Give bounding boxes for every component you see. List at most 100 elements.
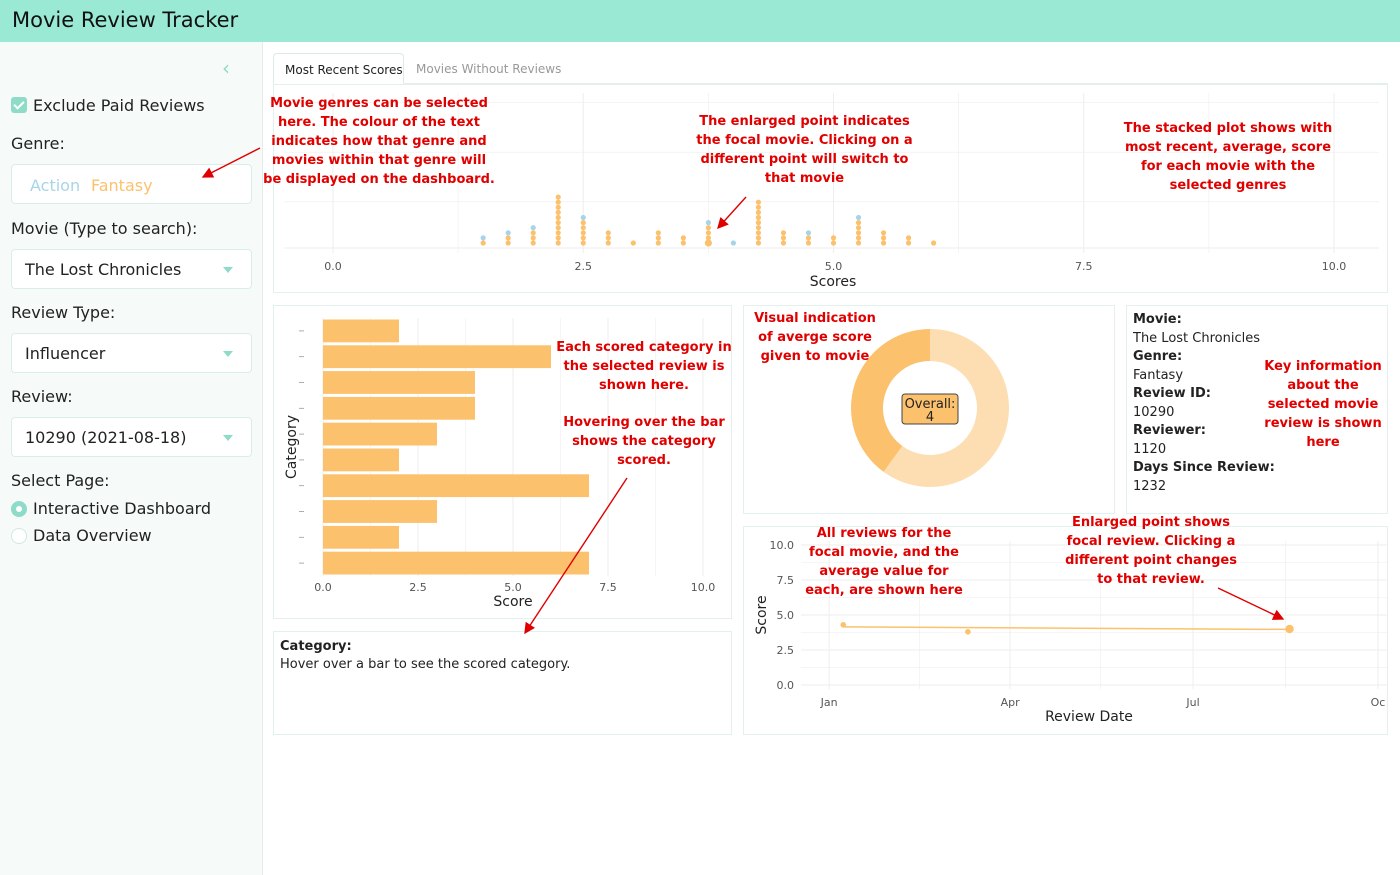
fantasy-score-point[interactable] [555, 235, 561, 241]
fantasy-score-point[interactable] [505, 240, 511, 246]
fantasy-score-point[interactable] [880, 235, 887, 241]
fantasy-score-point[interactable] [555, 225, 561, 231]
fantasy-score-point[interactable] [855, 240, 862, 246]
fantasy-score-point[interactable] [931, 240, 937, 246]
category-bar[interactable] [323, 345, 551, 369]
fantasy-score-point[interactable] [905, 240, 912, 246]
review-point[interactable] [840, 622, 847, 628]
fantasy-score-point[interactable] [580, 235, 586, 241]
fantasy-score-point[interactable] [580, 240, 586, 246]
radio-selected-icon[interactable] [11, 501, 27, 517]
category-bar[interactable] [323, 474, 589, 498]
review-select[interactable]: 10290 (2021-08-18) [11, 417, 252, 457]
action-score-point[interactable] [530, 225, 536, 231]
fantasy-score-point[interactable] [605, 230, 611, 236]
page-option-data-overview[interactable]: Data Overview [11, 526, 251, 546]
fantasy-score-point[interactable] [655, 230, 661, 236]
category-bar[interactable] [323, 371, 475, 394]
fantasy-score-point[interactable] [680, 235, 686, 241]
genre-tag-action[interactable]: Action [30, 176, 80, 195]
action-score-point[interactable] [855, 214, 862, 221]
action-score-point[interactable] [480, 235, 486, 241]
fantasy-score-point[interactable] [755, 235, 762, 241]
review-point[interactable] [965, 629, 971, 635]
fantasy-score-point[interactable] [655, 240, 661, 246]
fantasy-score-point[interactable] [555, 220, 561, 226]
x-tick-label: 0.0 [314, 581, 332, 594]
fantasy-score-point[interactable] [555, 194, 561, 200]
fantasy-score-point[interactable] [580, 225, 586, 231]
action-score-point[interactable] [730, 240, 736, 246]
tab-most-recent-scores[interactable]: Most Recent Scores [273, 53, 404, 84]
fantasy-score-point[interactable] [555, 240, 561, 246]
fantasy-score-point[interactable] [855, 220, 862, 226]
fantasy-score-point[interactable] [705, 225, 711, 231]
fantasy-score-point[interactable] [530, 235, 536, 241]
fantasy-score-point[interactable] [755, 240, 762, 246]
fantasy-score-point[interactable] [705, 235, 711, 241]
fantasy-score-point[interactable] [555, 199, 561, 205]
fantasy-score-point[interactable] [855, 225, 862, 231]
x-tick-label: 2.5 [575, 260, 593, 273]
fantasy-score-point[interactable] [830, 240, 837, 246]
genre-tag-fantasy[interactable]: Fantasy [91, 176, 153, 195]
fantasy-score-point[interactable] [905, 235, 912, 241]
category-bar[interactable] [323, 319, 399, 343]
fantasy-score-point[interactable] [555, 214, 561, 221]
action-score-point[interactable] [705, 220, 711, 226]
fantasy-score-point[interactable] [855, 235, 862, 241]
fantasy-score-point[interactable] [505, 235, 511, 241]
fantasy-score-point[interactable] [580, 220, 586, 226]
review-type-select[interactable]: Influencer [11, 333, 252, 373]
focal-review-point[interactable] [1285, 624, 1294, 634]
fantasy-score-point[interactable] [630, 240, 636, 246]
fantasy-score-point[interactable] [805, 235, 812, 241]
fantasy-score-point[interactable] [855, 230, 862, 236]
fantasy-score-point[interactable] [555, 230, 561, 236]
category-bar[interactable] [323, 422, 437, 446]
fantasy-score-point[interactable] [755, 199, 762, 205]
fantasy-score-point[interactable] [755, 225, 762, 231]
fantasy-score-point[interactable] [755, 209, 762, 215]
fantasy-score-point[interactable] [780, 230, 787, 236]
fantasy-score-point[interactable] [780, 235, 787, 241]
fantasy-score-point[interactable] [805, 240, 812, 246]
genre-select[interactable]: Action Fantasy [11, 164, 252, 204]
annotation-hover: Hovering over the bar shows the category… [563, 415, 725, 468]
checkbox-checked-icon[interactable] [11, 97, 27, 113]
fantasy-score-point[interactable] [830, 235, 837, 241]
y-axis-title: Category [284, 415, 300, 479]
page-option-dashboard[interactable]: Interactive Dashboard [11, 499, 251, 519]
movie-label: Movie (Type to search): [11, 219, 198, 238]
category-bar[interactable] [323, 396, 475, 420]
action-score-point[interactable] [580, 214, 586, 221]
movie-select[interactable]: The Lost Chronicles [11, 249, 252, 289]
fantasy-score-point[interactable] [755, 230, 762, 236]
fantasy-score-point[interactable] [880, 240, 887, 246]
collapse-sidebar-icon[interactable]: ‹ [222, 56, 230, 80]
category-bar[interactable] [323, 525, 399, 549]
fantasy-score-point[interactable] [755, 204, 762, 210]
fantasy-score-point[interactable] [605, 235, 611, 241]
fantasy-score-point[interactable] [480, 240, 486, 246]
action-score-point[interactable] [505, 230, 511, 236]
fantasy-score-point[interactable] [655, 235, 661, 241]
fantasy-score-point[interactable] [580, 230, 586, 236]
fantasy-score-point[interactable] [755, 220, 762, 226]
fantasy-score-point[interactable] [555, 209, 561, 215]
fantasy-score-point[interactable] [880, 230, 887, 236]
fantasy-score-point[interactable] [555, 204, 561, 210]
radio-unselected-icon[interactable] [11, 528, 27, 544]
fantasy-score-point[interactable] [680, 240, 686, 246]
fantasy-score-point[interactable] [780, 240, 787, 246]
fantasy-score-point[interactable] [605, 240, 611, 246]
category-bar[interactable] [323, 551, 589, 575]
category-bar[interactable] [323, 500, 437, 523]
action-score-point[interactable] [805, 230, 812, 236]
category-bar[interactable] [323, 448, 399, 472]
fantasy-score-point[interactable] [530, 240, 536, 246]
fantasy-score-point[interactable] [755, 214, 762, 221]
fantasy-score-point[interactable] [705, 230, 711, 236]
fantasy-score-point[interactable] [530, 230, 536, 236]
tab-movies-without-reviews[interactable]: Movies Without Reviews [405, 53, 572, 84]
